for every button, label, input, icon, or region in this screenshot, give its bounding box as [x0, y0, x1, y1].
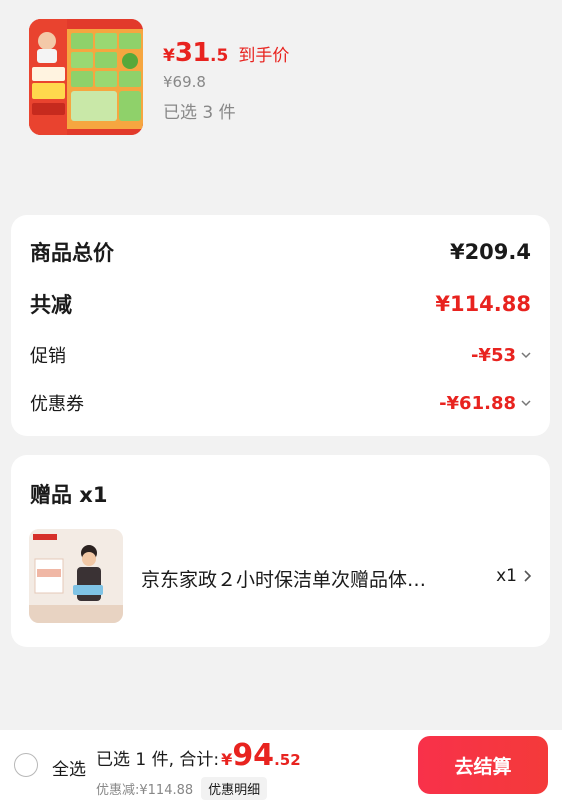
- coupon-value: -¥61.88: [439, 392, 516, 414]
- gift-thumbnail[interactable]: [29, 529, 123, 623]
- chevron-right-icon[interactable]: [522, 569, 534, 583]
- total-price-label: 商品总价: [30, 241, 114, 265]
- total-symbol: ¥: [221, 750, 233, 769]
- total-line: 已选 1 件, 合计: ¥ 94 .52: [96, 738, 301, 773]
- checkout-bar: 全选 已选 1 件, 合计: ¥ 94 .52 优惠减:¥114.88 优惠明细…: [0, 730, 562, 800]
- discount-detail-button[interactable]: 优惠明细: [201, 777, 268, 800]
- total-decimal: .52: [274, 751, 301, 769]
- discount-text: 优惠减:¥114.88: [96, 783, 194, 798]
- coupon-label: 优惠券: [30, 394, 84, 415]
- price-integer: 31: [174, 38, 211, 68]
- product-price: ¥ 31 .5 到手价: [163, 38, 289, 68]
- gift-card: 赠品 x1 京东家政２小时保洁单次赠品体… x1: [11, 455, 550, 647]
- promo-value: -¥53: [470, 344, 516, 366]
- chevron-down-icon: [521, 400, 531, 407]
- product-summary: ¥ 31 .5 到手价 ¥69.8 已选 3 件: [0, 0, 562, 165]
- total-price-row: 商品总价 ¥209.4: [30, 237, 531, 267]
- selected-count: 已选 3 件: [163, 103, 236, 123]
- gift-title: 赠品 x1: [30, 483, 108, 507]
- total-reduce-label: 共减: [30, 293, 72, 317]
- tissue-pack-image: [29, 19, 143, 135]
- total-reduce-value: ¥114.88: [435, 292, 531, 316]
- original-price: ¥69.8: [163, 73, 206, 91]
- discount-line: 优惠减:¥114.88 优惠明细: [96, 777, 268, 800]
- gift-quantity: x1: [496, 566, 517, 586]
- total-prefix: 已选 1 件, 合计:: [96, 750, 220, 770]
- product-thumbnail[interactable]: [29, 19, 143, 135]
- price-symbol: ¥: [163, 46, 175, 66]
- total-price-value: ¥209.4: [449, 240, 531, 264]
- total-reduce-row: 共减 ¥114.88: [30, 289, 531, 319]
- gift-name[interactable]: 京东家政２小时保洁单次赠品体…: [141, 565, 451, 592]
- promo-label: 促销: [30, 346, 66, 367]
- chevron-down-icon: [521, 352, 531, 359]
- promo-value-group[interactable]: -¥53: [471, 345, 531, 366]
- checkout-button[interactable]: 去结算: [418, 736, 548, 794]
- price-decimal: .5: [210, 46, 229, 66]
- coupon-row[interactable]: 优惠券 -¥61.88: [30, 390, 531, 416]
- select-all-checkbox[interactable]: [14, 753, 38, 777]
- select-all-label[interactable]: 全选: [52, 755, 86, 780]
- coupon-value-group[interactable]: -¥61.88: [439, 393, 531, 414]
- promo-row[interactable]: 促销 -¥53: [30, 342, 531, 368]
- total-integer: 94: [232, 738, 275, 773]
- cleaning-service-image: [29, 529, 123, 623]
- price-summary-card: 商品总价 ¥209.4 共减 ¥114.88 促销 -¥53 优惠券 -¥61.…: [11, 215, 550, 436]
- price-tag: 到手价: [238, 46, 290, 66]
